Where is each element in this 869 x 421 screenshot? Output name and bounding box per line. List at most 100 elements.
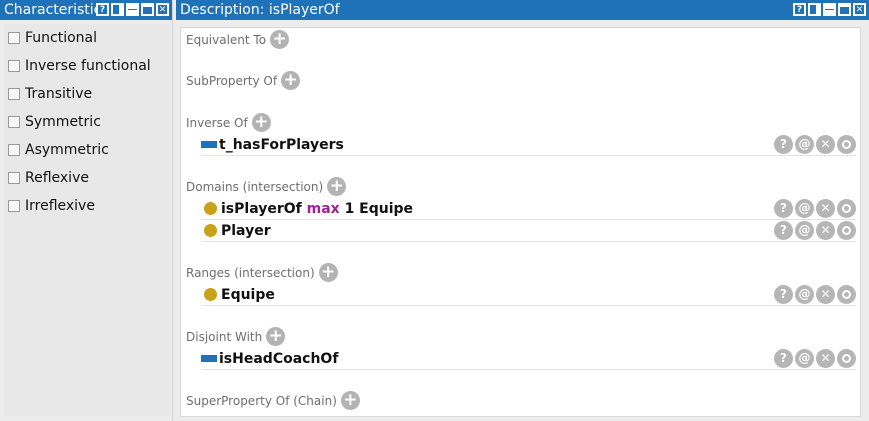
characteristic-transitive[interactable]: Transitive bbox=[4, 80, 170, 108]
asymmetric-checkbox[interactable] bbox=[8, 144, 20, 156]
edit-icon[interactable] bbox=[837, 135, 856, 154]
characteristics-panel: Characteristics Functional Inverse funct… bbox=[0, 0, 173, 421]
help-icon[interactable] bbox=[96, 3, 109, 16]
characteristic-asymmetric[interactable]: Asymmetric bbox=[4, 136, 170, 164]
annotate-icon[interactable]: @ bbox=[795, 135, 814, 154]
annotate-icon[interactable]: @ bbox=[795, 199, 814, 218]
description-title: Description: isPlayerOf bbox=[180, 2, 340, 18]
close-icon[interactable] bbox=[156, 3, 169, 16]
characteristics-title: Characteristics bbox=[4, 2, 100, 18]
inverse-entry-name: t_hasForPlayers bbox=[219, 136, 344, 153]
delete-icon[interactable]: ✕ bbox=[816, 285, 835, 304]
edit-icon[interactable] bbox=[837, 221, 856, 240]
subproperty-of-section: SubProperty Of + bbox=[186, 71, 301, 90]
delete-icon[interactable]: ✕ bbox=[816, 199, 835, 218]
equivalent-to-section: Equivalent To + bbox=[186, 30, 290, 49]
help-icon[interactable]: ? bbox=[774, 349, 793, 368]
functional-checkbox[interactable] bbox=[8, 32, 20, 44]
transitive-checkbox[interactable] bbox=[8, 88, 20, 100]
entry-actions: ? @ ✕ bbox=[774, 221, 856, 240]
class-icon bbox=[204, 288, 217, 301]
class-icon bbox=[204, 202, 217, 215]
class-icon bbox=[204, 224, 217, 237]
split-view-icon[interactable] bbox=[111, 3, 124, 16]
characteristic-irreflexive[interactable]: Irreflexive bbox=[4, 192, 170, 220]
description-content: Equivalent To + SubProperty Of + Inverse… bbox=[180, 27, 861, 417]
edit-icon[interactable] bbox=[837, 199, 856, 218]
help-icon[interactable]: ? bbox=[774, 221, 793, 240]
description-panel: Description: isPlayerOf Equivalent To + … bbox=[176, 0, 869, 421]
annotate-icon[interactable]: @ bbox=[795, 349, 814, 368]
domain-restriction-keyword: max bbox=[306, 200, 340, 217]
delete-icon[interactable]: ✕ bbox=[816, 221, 835, 240]
subproperty-of-label: SubProperty Of bbox=[186, 73, 278, 88]
minimize-icon[interactable] bbox=[126, 3, 139, 16]
entry-actions: ? @ ✕ bbox=[774, 199, 856, 218]
delete-icon[interactable]: ✕ bbox=[816, 349, 835, 368]
entry-actions: ? @ ✕ bbox=[774, 285, 856, 304]
reflexive-label: Reflexive bbox=[25, 170, 89, 186]
annotate-icon[interactable]: @ bbox=[795, 285, 814, 304]
disjoint-entry[interactable]: isHeadCoachOf ? @ ✕ bbox=[201, 348, 856, 370]
superproperty-chain-section: SuperProperty Of (Chain) + bbox=[186, 391, 360, 410]
irreflexive-checkbox[interactable] bbox=[8, 200, 20, 212]
domain-restriction-prop: isPlayerOf bbox=[221, 200, 302, 217]
entry-actions: ? @ ✕ bbox=[774, 349, 856, 368]
add-equivalent-icon[interactable]: + bbox=[270, 30, 290, 49]
functional-label: Functional bbox=[25, 30, 98, 46]
object-property-icon bbox=[201, 355, 217, 362]
help-icon[interactable]: ? bbox=[774, 135, 793, 154]
characteristic-functional[interactable]: Functional bbox=[4, 24, 170, 52]
range-equipe-name: Equipe bbox=[221, 286, 275, 303]
edit-icon[interactable] bbox=[837, 349, 856, 368]
help-icon[interactable]: ? bbox=[774, 199, 793, 218]
maximize-icon[interactable] bbox=[141, 3, 154, 16]
help-icon[interactable]: ? bbox=[774, 285, 793, 304]
entry-actions: ? @ ✕ bbox=[774, 135, 856, 154]
asymmetric-label: Asymmetric bbox=[25, 142, 109, 158]
object-property-icon bbox=[201, 141, 217, 148]
domain-entry-restriction[interactable]: isPlayerOf max 1 Equipe ? @ ✕ bbox=[201, 198, 856, 220]
delete-icon[interactable]: ✕ bbox=[816, 135, 835, 154]
minimize-icon[interactable] bbox=[823, 3, 836, 16]
characteristic-symmetric[interactable]: Symmetric bbox=[4, 108, 170, 136]
add-domain-icon[interactable]: + bbox=[327, 177, 347, 196]
reflexive-checkbox[interactable] bbox=[8, 172, 20, 184]
domain-entry-player[interactable]: Player ? @ ✕ bbox=[201, 220, 856, 242]
domain-player-name: Player bbox=[221, 222, 271, 239]
domains-section: Domains (intersection) + bbox=[186, 177, 347, 196]
annotate-icon[interactable]: @ bbox=[795, 221, 814, 240]
add-range-icon[interactable]: + bbox=[318, 263, 338, 282]
irreflexive-label: Irreflexive bbox=[25, 198, 95, 214]
split-view-icon[interactable] bbox=[808, 3, 821, 16]
edit-icon[interactable] bbox=[837, 285, 856, 304]
add-subproperty-icon[interactable]: + bbox=[281, 71, 301, 90]
description-titlebar: Description: isPlayerOf bbox=[176, 0, 869, 20]
add-inverse-icon[interactable]: + bbox=[251, 113, 271, 132]
transitive-label: Transitive bbox=[25, 86, 93, 102]
inverse-entry[interactable]: t_hasForPlayers ? @ ✕ bbox=[201, 134, 856, 156]
symmetric-label: Symmetric bbox=[25, 114, 101, 130]
disjoint-with-label: Disjoint With bbox=[186, 329, 263, 344]
ranges-section: Ranges (intersection) + bbox=[186, 263, 338, 282]
characteristic-reflexive[interactable]: Reflexive bbox=[4, 164, 170, 192]
characteristics-window-controls bbox=[96, 3, 169, 16]
inverse-functional-label: Inverse functional bbox=[25, 58, 151, 74]
inverse-functional-checkbox[interactable] bbox=[8, 60, 20, 72]
add-superproperty-chain-icon[interactable]: + bbox=[340, 391, 360, 410]
characteristic-inverse-functional[interactable]: Inverse functional bbox=[4, 52, 170, 80]
add-disjoint-icon[interactable]: + bbox=[266, 327, 286, 346]
domains-label: Domains (intersection) bbox=[186, 179, 324, 194]
equivalent-to-label: Equivalent To bbox=[186, 32, 267, 47]
range-entry-equipe[interactable]: Equipe ? @ ✕ bbox=[201, 284, 856, 306]
characteristics-titlebar: Characteristics bbox=[0, 0, 172, 20]
disjoint-entry-name: isHeadCoachOf bbox=[219, 350, 339, 367]
maximize-icon[interactable] bbox=[838, 3, 851, 16]
characteristics-list: Functional Inverse functional Transitive… bbox=[4, 24, 170, 416]
symmetric-checkbox[interactable] bbox=[8, 116, 20, 128]
ranges-label: Ranges (intersection) bbox=[186, 265, 315, 280]
description-window-controls bbox=[793, 3, 866, 16]
help-icon[interactable] bbox=[793, 3, 806, 16]
close-icon[interactable] bbox=[853, 3, 866, 16]
superproperty-chain-label: SuperProperty Of (Chain) bbox=[186, 393, 337, 408]
